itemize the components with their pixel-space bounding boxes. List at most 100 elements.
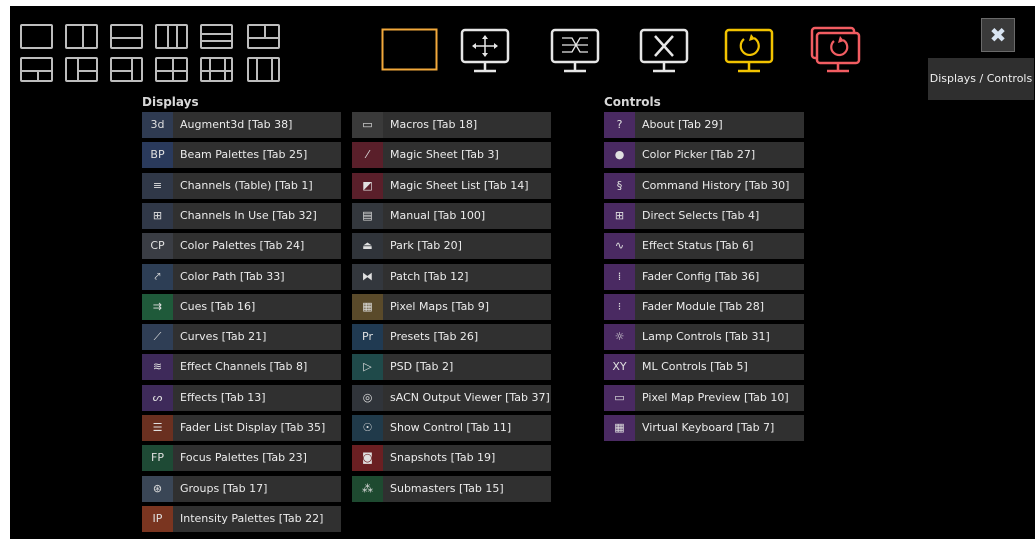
command-history-icon: §: [604, 172, 635, 199]
macros-button[interactable]: ▭ Macros [Tab 18]: [352, 112, 551, 138]
frame-display-icon[interactable]: [381, 28, 438, 71]
item-label: ML Controls [Tab 5]: [642, 360, 748, 374]
command-history-button[interactable]: § Command History [Tab 30]: [604, 172, 804, 199]
item-label: Show Control [Tab 11]: [390, 421, 512, 434]
groups-button[interactable]: ⊛ Groups [Tab 17]: [142, 475, 341, 502]
effect-status-button[interactable]: ∿ Effect Status [Tab 6]: [604, 233, 804, 260]
color-picker-button[interactable]: ● Color Picker [Tab 27]: [604, 142, 804, 169]
item-label: Fader Config [Tab 36]: [642, 269, 760, 283]
item-label: Groups [Tab 17]: [180, 481, 268, 495]
ml-controls-button[interactable]: XY ML Controls [Tab 5]: [604, 354, 804, 381]
beam-palettes-icon: BP: [142, 142, 173, 169]
beam-palettes-button[interactable]: BP Beam Palettes [Tab 25]: [142, 142, 341, 169]
pixel-map-preview-button[interactable]: ▭ Pixel Map Preview [Tab 10]: [604, 384, 804, 411]
cues-icon: ⇉: [142, 293, 173, 320]
park-button[interactable]: ⏏ Park [Tab 20]: [352, 233, 551, 260]
close-display-icon[interactable]: [639, 28, 689, 74]
layout-left-tall-button[interactable]: [65, 57, 98, 82]
layout-side-columns-button[interactable]: [247, 57, 280, 82]
layout-split-vertical-button[interactable]: [65, 24, 98, 49]
channels-table-button[interactable]: ≡ Channels (Table) [Tab 1]: [142, 172, 341, 199]
layout-center-wide-button[interactable]: [200, 57, 233, 82]
color-path-button[interactable]: ⤤ Color Path [Tab 33]: [142, 263, 341, 290]
submasters-button[interactable]: ⁂ Submasters [Tab 15]: [352, 475, 551, 502]
item-label: Pixel Maps [Tab 9]: [390, 299, 490, 313]
layout-right-tall-button[interactable]: [110, 57, 143, 82]
item-label: Cues [Tab 16]: [180, 299, 256, 313]
layout-three-columns-button[interactable]: [155, 24, 188, 49]
fader-module-button[interactable]: ⁝ Fader Module [Tab 28]: [604, 293, 804, 320]
effects-button[interactable]: ᔕ Effects [Tab 13]: [142, 384, 341, 411]
intensity-palettes-button[interactable]: IP Intensity Palettes [Tab 22]: [142, 505, 341, 532]
patch-display-icon[interactable]: [550, 28, 600, 74]
displays-heading: Displays: [142, 95, 199, 109]
psd-button[interactable]: ▷ PSD [Tab 2]: [352, 354, 551, 381]
lamp-controls-button[interactable]: ☼ Lamp Controls [Tab 31]: [604, 324, 804, 351]
item-label: Magic Sheet List [Tab 14]: [390, 178, 529, 192]
presets-icon: Pr: [352, 324, 383, 351]
layout-divider: [270, 59, 273, 80]
layout-split-horizontal-button[interactable]: [110, 24, 143, 49]
item-label: Effect Status [Tab 6]: [642, 239, 754, 253]
layout-quad-button[interactable]: [155, 57, 188, 82]
fader-config-button[interactable]: ⁞ Fader Config [Tab 36]: [604, 263, 804, 290]
displays-controls-tab[interactable]: Displays / Controls: [928, 58, 1034, 100]
effect-channels-icon: ≋: [142, 354, 173, 381]
submasters-icon: ⁂: [352, 475, 383, 502]
psd-icon: ▷: [352, 354, 383, 381]
virtual-keyboard-button[interactable]: ▦ Virtual Keyboard [Tab 7]: [604, 415, 804, 441]
show-control-button[interactable]: ☉ Show Control [Tab 11]: [352, 415, 551, 441]
direct-selects-button[interactable]: ⊞ Direct Selects [Tab 4]: [604, 202, 804, 229]
effect-channels-button[interactable]: ≋ Effect Channels [Tab 8]: [142, 354, 341, 381]
focus-palettes-button[interactable]: FP Focus Palettes [Tab 23]: [142, 445, 341, 472]
fader-config-icon: ⁞: [604, 263, 635, 290]
curves-button[interactable]: ⟋ Curves [Tab 21]: [142, 324, 341, 351]
color-palettes-button[interactable]: CP Color Palettes [Tab 24]: [142, 233, 341, 260]
augment3d-button[interactable]: 3d Augment3d [Tab 38]: [142, 112, 341, 138]
groups-icon: ⊛: [142, 475, 173, 502]
magic-sheet-button[interactable]: ⁄ Magic Sheet [Tab 3]: [352, 142, 551, 169]
item-label: Direct Selects [Tab 4]: [642, 208, 760, 222]
item-label: Lamp Controls [Tab 31]: [642, 330, 770, 344]
item-label: Fader List Display [Tab 35]: [180, 421, 326, 434]
layout-three-rows-button[interactable]: [200, 24, 233, 49]
item-label: Augment3d [Tab 38]: [180, 118, 293, 131]
channels-in-use-button[interactable]: ⊞ Channels In Use [Tab 32]: [142, 202, 341, 229]
item-label: Curves [Tab 21]: [180, 330, 267, 344]
item-label: Color Picker [Tab 27]: [642, 148, 756, 162]
item-label: Effects [Tab 13]: [180, 390, 266, 404]
item-label: sACN Output Viewer [Tab 37]: [390, 390, 550, 404]
layout-divider: [36, 69, 39, 80]
pixel-map-preview-icon: ▭: [604, 384, 635, 411]
layout-divider: [176, 26, 179, 47]
refresh-all-displays-icon[interactable]: [810, 26, 862, 74]
fader-list-button[interactable]: ☰ Fader List Display [Tab 35]: [142, 415, 341, 441]
layout-divider: [202, 69, 231, 72]
layout-divider: [202, 39, 231, 42]
layout-single-button[interactable]: [20, 24, 53, 49]
pixel-maps-button[interactable]: ▦ Pixel Maps [Tab 9]: [352, 293, 551, 320]
manual-button[interactable]: ▤ Manual [Tab 100]: [352, 202, 551, 229]
sacn-output-viewer-icon: ◎: [352, 384, 383, 411]
refresh-display-icon[interactable]: [724, 28, 774, 74]
about-button[interactable]: ? About [Tab 29]: [604, 112, 804, 138]
snapshots-button[interactable]: ◙ Snapshots [Tab 19]: [352, 445, 551, 472]
layout-top-split-button[interactable]: [247, 24, 280, 49]
controls-heading: Controls: [604, 95, 661, 109]
intensity-palettes-icon: IP: [142, 505, 173, 532]
item-label: PSD [Tab 2]: [390, 360, 454, 374]
presets-button[interactable]: Pr Presets [Tab 26]: [352, 324, 551, 351]
item-label: Color Path [Tab 33]: [180, 269, 285, 283]
item-label: Channels In Use [Tab 32]: [180, 208, 317, 222]
sacn-output-viewer-button[interactable]: ◎ sACN Output Viewer [Tab 37]: [352, 384, 551, 411]
layout-divider: [76, 69, 96, 72]
magic-sheet-list-button[interactable]: ◩ Magic Sheet List [Tab 14]: [352, 172, 551, 199]
cues-button[interactable]: ⇉ Cues [Tab 16]: [142, 293, 341, 320]
patch-button[interactable]: ⧓ Patch [Tab 12]: [352, 263, 551, 290]
layout-bottom-split-button[interactable]: [20, 57, 53, 82]
fader-module-icon: ⁝: [604, 293, 635, 320]
item-label: Focus Palettes [Tab 23]: [180, 451, 307, 465]
close-button[interactable]: ✖: [981, 18, 1015, 52]
move-display-icon[interactable]: [460, 28, 510, 74]
show-control-icon: ☉: [352, 415, 383, 441]
